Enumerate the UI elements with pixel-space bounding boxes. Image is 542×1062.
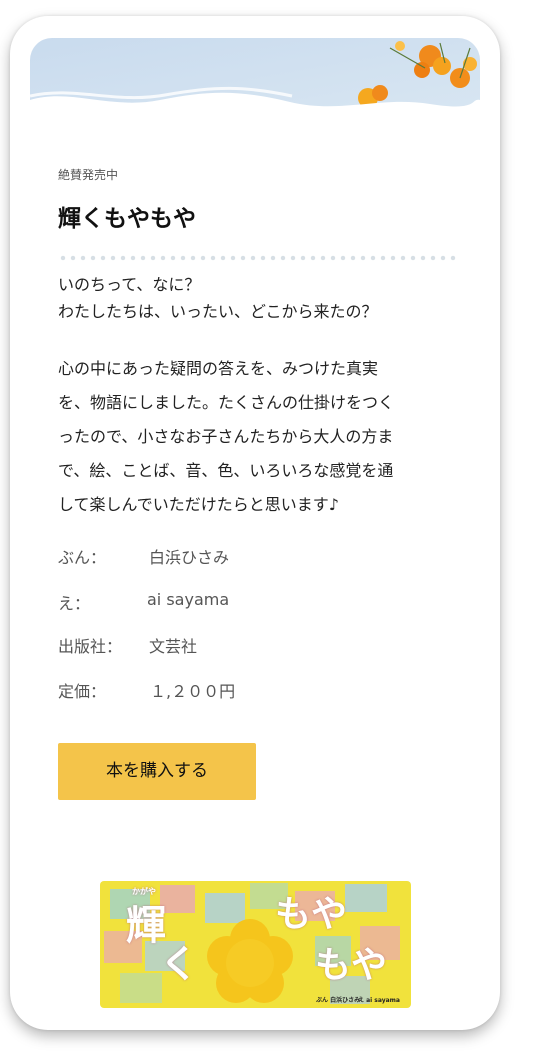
description-line: 心の中にあった疑問の答えを、みつけた真実: [58, 359, 379, 378]
phone-frame: 絶賛発売中 輝くもやもや いのちって、なに？ わたしたちは、いったい、どこから来…: [10, 16, 500, 1030]
book-title: 輝くもやもや: [58, 206, 196, 232]
cover-credit-author: ぶん 白浜ひさみ: [316, 997, 361, 1004]
illustrator-value: ai sayama: [147, 590, 230, 609]
cover-title-moya-1: もや: [275, 894, 348, 935]
cover-credit-illustrator: え ai sayama: [358, 997, 400, 1004]
dotted-divider: [58, 255, 458, 261]
sale-label: 絶賛発売中: [58, 168, 119, 182]
description-line: を、物語にしました。たくさんの仕掛けをつく: [58, 393, 395, 412]
publisher-value: 文芸社: [149, 637, 198, 656]
cover-title-moya-2: もや: [315, 945, 388, 986]
publisher-label: 出版社：: [58, 637, 123, 656]
cover-title-ku: く: [160, 942, 199, 986]
lead-line: わたしたちは、いったい、どこから来たの？: [58, 302, 378, 321]
description: 心の中にあった疑問の答えを、みつけた真実 を、物語にしました。たくさんの仕掛けを…: [58, 352, 458, 522]
price-value: １,２００円: [150, 682, 236, 701]
lead-text: いのちって、なに？ わたしたちは、いったい、どこから来たの？: [58, 271, 458, 325]
hero-image: [30, 38, 480, 116]
illustrator-label: え：: [58, 594, 91, 613]
author-value: 白浜ひさみ: [149, 548, 230, 567]
buy-book-button[interactable]: 本を購入する: [58, 743, 256, 800]
book-cover-image[interactable]: かがや 輝 く もや もや ぶん 白浜ひさみ え ai sayama: [100, 881, 411, 1008]
description-line: して楽しんでいただけたらと思います♪: [58, 495, 339, 514]
author-label: ぶん：: [58, 548, 107, 567]
description-line: ったので、小さなお子さんたちから大人の方ま: [58, 427, 394, 446]
lead-line: いのちって、なに？: [58, 275, 201, 294]
description-line: で、絵、ことば、音、色、いろいろな感覚を通: [58, 461, 394, 480]
price-label: 定価：: [58, 682, 107, 701]
